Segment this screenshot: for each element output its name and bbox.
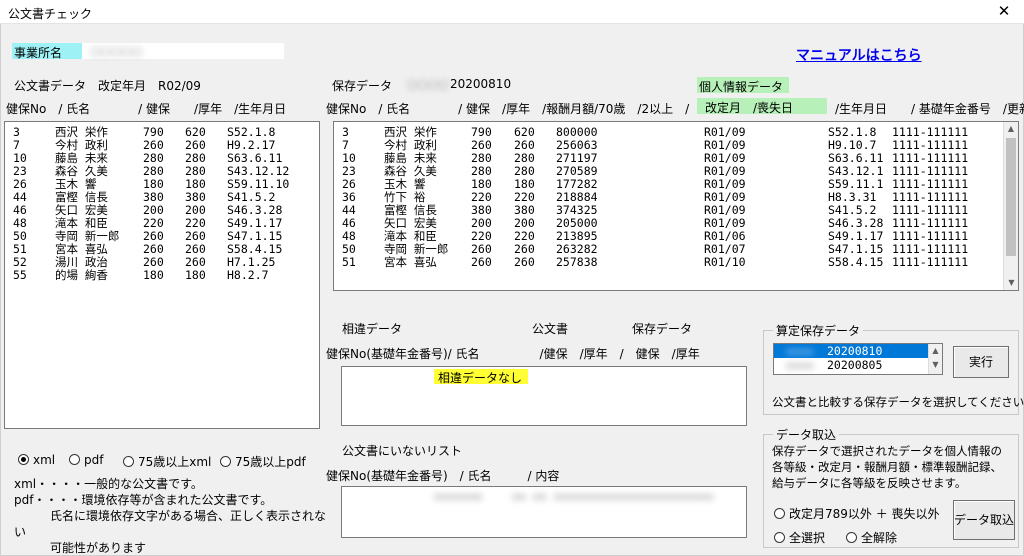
official-data-columns: 健保No / 氏名 / 健保 /厚年 /生年月日 — [6, 102, 287, 116]
office-label: 事業所名 — [12, 43, 82, 60]
scroll-down-icon[interactable]: ▼ — [929, 358, 942, 372]
diff-title: 相違データ — [342, 322, 403, 336]
data-import-title: データ取込 — [773, 426, 840, 443]
format-option-pdf[interactable]: pdf — [69, 453, 103, 467]
diff-list[interactable]: 相違データなし — [341, 366, 747, 426]
format-desc-xml: xml・・・・一般的な公文書です。 — [14, 477, 203, 491]
radio-icon[interactable] — [69, 454, 80, 465]
official-data-header: 公文書データ 改定年月 R02/09 — [14, 79, 201, 93]
missing-list-title: 公文書にいないリスト — [342, 444, 463, 458]
radio-deselect-all[interactable]: 全解除 — [846, 529, 897, 546]
radio-icon[interactable] — [220, 456, 231, 467]
data-import-desc: 保存データで選択されたデータを個人情報の 各等級・改定月・報酬月額・標準報酬記録… — [772, 444, 1002, 490]
saved-data-date: 20200810 — [450, 77, 512, 91]
saved-data-columns-rest: /生年月日 / 基礎年金番号 /更新 — [787, 102, 1024, 116]
office-name-value: ○○○○○ — [90, 44, 143, 58]
radio-icon[interactable] — [846, 532, 857, 543]
personal-info-label: 個人情報データ — [697, 77, 789, 94]
calc-hint: 公文書と比較する保存データを選択してください。 — [772, 395, 1024, 409]
scroll-up-icon[interactable]: ▲ — [1004, 122, 1018, 136]
saved-data-columns: 健保No / 氏名 / 健保 /厚年 /報酬月額/70歳 /2以上 / — [326, 102, 690, 116]
saved-data-list[interactable]: 3 西沢 栄作 790 620 800000 R01/09 S52.1.8 1111-1111… — [333, 121, 1019, 291]
diff-official-col: 公文書 — [532, 322, 569, 336]
scroll-up-icon[interactable]: ▲ — [929, 344, 942, 358]
office-name-field: ○○○○○ — [82, 43, 284, 59]
diff-saved-col: 保存データ — [632, 322, 693, 336]
table-row[interactable]: 51 宮本 喜弘 260 260 257838 R01/10 S58.4.15 1111-11… — [334, 256, 1018, 269]
title-bar: 公文書チェック ✕ — [0, 0, 1024, 24]
radio-icon[interactable] — [774, 532, 785, 543]
radio-icon[interactable] — [123, 456, 134, 467]
list-item[interactable]: 55 的場 絢香 180 180 H8.2.7 — [5, 269, 319, 282]
format-option-xml[interactable]: xml — [18, 453, 55, 467]
close-icon[interactable]: ✕ — [994, 2, 1014, 20]
missing-content: ○○○○○○○○○○○○○○○○○○○○○○○ — [554, 489, 714, 503]
radio-revision-option[interactable]: 改定月789以外 ＋ 喪失以外 — [774, 505, 940, 522]
missing-id: ○○○○○○○ — [434, 489, 483, 503]
manual-link[interactable]: マニュアルはこちら — [796, 45, 922, 65]
format-desc-note-3: 可能性があります — [14, 541, 147, 555]
radio-icon[interactable] — [774, 508, 785, 519]
missing-list-columns: 健保No(基礎年金番号) / 氏名 / 内容 — [326, 469, 560, 483]
official-data-list[interactable]: 3 西沢 栄作 790 620 S52.1.8 7 今村 政利 260 260 H9.2.17 10… — [4, 121, 320, 429]
format-desc-note-2: い — [14, 525, 27, 539]
scroll-down-icon[interactable]: ▼ — [1004, 276, 1018, 290]
list-item[interactable]: ○○○○ 20200810 — [774, 344, 942, 358]
saved-data-blurred: ○○○○ — [407, 77, 449, 91]
data-import-button[interactable]: データ取込 — [953, 500, 1015, 540]
list-item[interactable]: ○○○○ 20200805 — [774, 358, 942, 372]
list-item[interactable]: ○○○○○○○ ○○ ○○ ○○○○○○○○○○○○○○○○○○○○○○○ — [342, 490, 746, 503]
radio-select-all[interactable]: 全選択 — [774, 529, 825, 546]
calc-saved-list[interactable]: ○○○○ 20200810 ○○○○ 20200805 ▲ ▼ — [773, 343, 943, 375]
missing-list[interactable]: ○○○○○○○ ○○ ○○ ○○○○○○○○○○○○○○○○○○○○○○○ — [341, 486, 747, 538]
format-option-pdf75[interactable]: 75歳以上pdf — [220, 453, 306, 470]
scroll-thumb[interactable] — [1006, 138, 1016, 256]
diff-empty-message: 相違データなし — [434, 369, 528, 385]
calc-saved-title: 算定保存データ — [773, 322, 864, 339]
format-desc-pdf: pdf・・・・環境依存等が含まれた公文書です。 — [14, 493, 273, 507]
missing-name: ○○ ○○ — [512, 489, 547, 503]
calc-list-scrollbar[interactable]: ▲ ▼ — [928, 344, 942, 374]
saved-list-scrollbar[interactable]: ▲ ▼ — [1003, 122, 1018, 290]
window-title: 公文書チェック — [8, 7, 93, 21]
format-option-xml75[interactable]: 75歳以上xml — [123, 453, 211, 470]
format-desc-note: 氏名に環境依存文字がある場合、正しく表示されな — [14, 509, 327, 523]
radio-icon[interactable] — [18, 454, 29, 465]
saved-data-label: 保存データ — [332, 79, 393, 93]
run-button[interactable]: 実行 — [953, 346, 1009, 378]
diff-columns: 健保No(基礎年金番号)/ 氏名 /健保 /厚年 / 健保 /厚年 — [326, 347, 700, 361]
